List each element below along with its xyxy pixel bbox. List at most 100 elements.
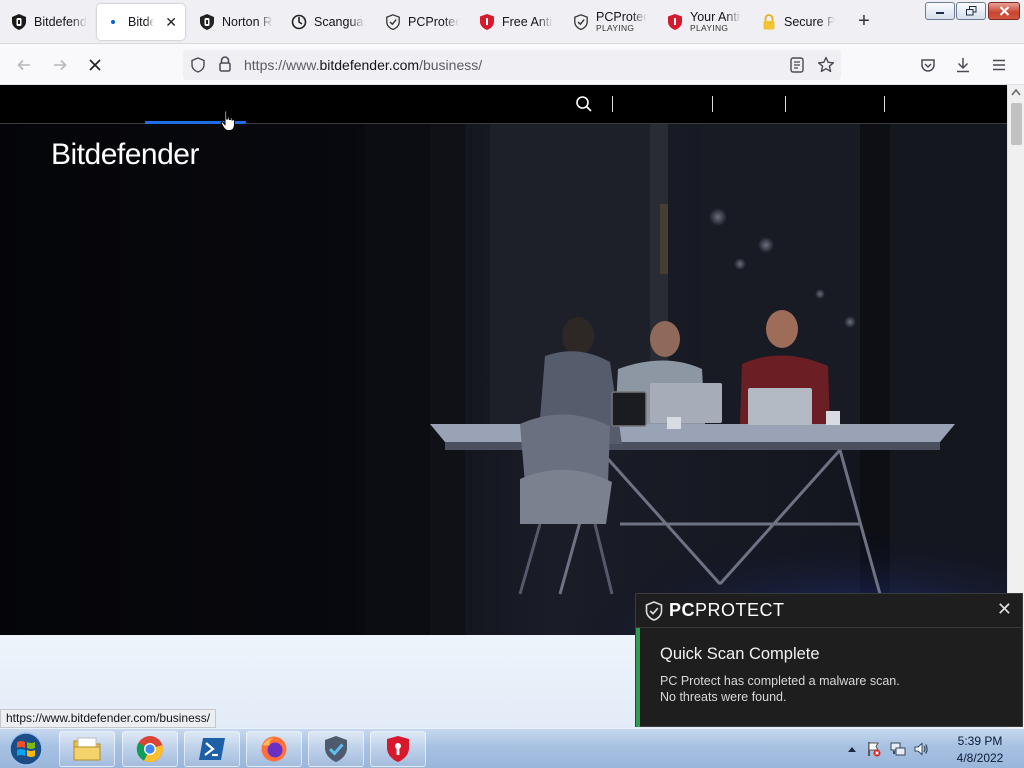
windows-logo-icon xyxy=(9,732,43,766)
minimize-icon xyxy=(936,12,944,14)
network-icon[interactable] xyxy=(890,741,906,757)
nav-divider xyxy=(712,96,713,112)
folder-icon xyxy=(73,737,101,761)
url-domain: bitdefender.com xyxy=(319,57,420,73)
address-bar[interactable]: https://www.bitdefender.com/business/ xyxy=(183,50,841,80)
new-tab-button[interactable]: + xyxy=(853,10,875,32)
pcprotect-notification: PCPROTECT ✕ Quick Scan Complete PC Prote… xyxy=(635,593,1023,727)
notification-accent-bar xyxy=(636,628,640,727)
tab-norton[interactable]: Norton Report xyxy=(191,4,281,40)
site-top-navigation xyxy=(0,85,1007,124)
clock-date[interactable]: 4/8/2022 xyxy=(952,751,1008,765)
tab-playing-label: PLAYING xyxy=(596,23,635,34)
taskbar-file-explorer[interactable] xyxy=(59,731,115,767)
brand-bold: PC xyxy=(669,600,696,620)
padlock-icon xyxy=(761,14,777,30)
tab-label: PCProtect xyxy=(408,15,459,29)
loading-dot-icon xyxy=(105,14,121,30)
close-tab-icon[interactable]: ✕ xyxy=(165,14,177,31)
back-button[interactable] xyxy=(11,52,37,78)
taskbar-red-antivirus[interactable] xyxy=(370,731,426,767)
reader-view-icon[interactable] xyxy=(790,57,804,78)
url-path: /business/ xyxy=(419,57,483,73)
start-button[interactable] xyxy=(4,731,48,767)
tracking-protection-icon[interactable] xyxy=(190,57,206,78)
back-arrow-icon xyxy=(17,59,30,71)
restore-icon xyxy=(965,6,976,16)
stop-x-icon xyxy=(89,59,101,71)
action-center-flag-icon[interactable] xyxy=(866,741,882,757)
app-menu-button[interactable] xyxy=(986,52,1012,78)
minimize-button[interactable] xyxy=(925,2,955,20)
tab-label: Free Antivirus xyxy=(502,15,553,29)
taskbar-pcprotect[interactable] xyxy=(308,731,364,767)
tab-strip: Bitdefender Bitdefender ✕ Norton Report … xyxy=(0,0,1024,44)
notification-message-line-2: No threats were found. xyxy=(660,690,787,704)
tab-pcprotect[interactable]: PCProtect xyxy=(377,4,467,40)
pcprotect-checkmark-icon xyxy=(325,736,347,762)
tab-label: Your Antivirus xyxy=(690,10,741,24)
bitdefender-shield-icon xyxy=(11,14,27,30)
restore-button[interactable] xyxy=(956,2,986,20)
site-search-icon[interactable] xyxy=(575,95,593,118)
tab-bitdefender-active[interactable]: Bitdefender ✕ xyxy=(97,4,185,40)
tab-label: Bitdefender xyxy=(128,15,155,29)
tab-free-antivirus[interactable]: Free Antivirus xyxy=(471,4,561,40)
taskbar-powershell[interactable] xyxy=(184,731,240,767)
scanguard-icon xyxy=(291,14,307,30)
firefox-icon xyxy=(261,736,287,762)
hand-cursor-icon xyxy=(220,110,235,131)
window-close-button[interactable] xyxy=(988,2,1020,20)
bitdefender-logo[interactable]: Bitdefender xyxy=(51,138,199,172)
notification-message-line-1: PC Protect has completed a malware scan. xyxy=(660,674,900,688)
pocket-icon xyxy=(921,59,935,72)
notification-brand: PCPROTECT xyxy=(669,600,785,621)
hamburger-menu-icon xyxy=(993,59,1005,71)
tab-your-antivirus-playing[interactable]: Your Antivirus PLAYING xyxy=(659,4,749,40)
status-bar-link-preview: https://www.bitdefender.com/business/ xyxy=(0,709,217,728)
show-hidden-icons-arrow-icon[interactable] xyxy=(844,741,860,757)
red-shield-icon xyxy=(479,14,495,30)
pocket-button[interactable] xyxy=(915,52,941,78)
hero-office-photo xyxy=(0,124,1007,635)
url-prefix: https://www. xyxy=(244,57,320,73)
nav-divider xyxy=(785,96,786,112)
stop-loading-button[interactable] xyxy=(82,52,108,78)
bookmark-star-icon[interactable] xyxy=(817,56,835,79)
downloads-button[interactable] xyxy=(950,52,976,78)
padlock-icon[interactable] xyxy=(218,56,232,77)
norton-shield-icon xyxy=(199,14,215,30)
scrollbar-thumb[interactable] xyxy=(1011,103,1022,145)
notification-header: PCPROTECT ✕ xyxy=(636,594,1022,628)
chrome-icon xyxy=(136,736,163,763)
forward-arrow-icon xyxy=(54,59,67,71)
download-arrow-icon xyxy=(957,58,969,73)
hero-banner: Bitdefender xyxy=(0,124,1007,635)
navigation-toolbar: https://www.bitdefender.com/business/ xyxy=(0,44,1024,85)
taskbar-firefox[interactable] xyxy=(246,731,302,767)
forward-button[interactable] xyxy=(47,52,73,78)
pcprotect-shield-icon xyxy=(645,601,663,621)
volume-icon[interactable] xyxy=(913,741,929,757)
red-shield-icon xyxy=(667,14,683,30)
scroll-up-arrow-icon[interactable] xyxy=(1011,88,1021,96)
nav-divider xyxy=(884,96,885,112)
tab-label: PCProtect xyxy=(596,10,647,24)
tab-pcprotect-playing[interactable]: PCProtect PLAYING xyxy=(565,4,655,40)
tab-label: Bitdefender xyxy=(34,15,87,29)
tab-secure-page[interactable]: Secure Page xyxy=(753,4,843,40)
url-text[interactable]: https://www.bitdefender.com/business/ xyxy=(244,57,482,73)
pcprotect-shield-icon xyxy=(385,14,401,30)
powershell-icon xyxy=(199,738,225,760)
tab-label: Norton Report xyxy=(222,15,273,29)
tab-bitdefender-1[interactable]: Bitdefender xyxy=(3,4,95,40)
red-shield-icon xyxy=(387,736,409,762)
system-tray: 5:39 PM 4/8/2022 xyxy=(842,731,1024,767)
taskbar-chrome[interactable] xyxy=(122,731,178,767)
pcprotect-shield-icon xyxy=(573,14,589,30)
tab-playing-label: PLAYING xyxy=(690,23,729,34)
close-icon xyxy=(999,6,1009,16)
notification-close-button[interactable]: ✕ xyxy=(997,599,1012,620)
clock-time[interactable]: 5:39 PM xyxy=(955,734,1005,748)
tab-scanguard[interactable]: Scanguard xyxy=(283,4,373,40)
